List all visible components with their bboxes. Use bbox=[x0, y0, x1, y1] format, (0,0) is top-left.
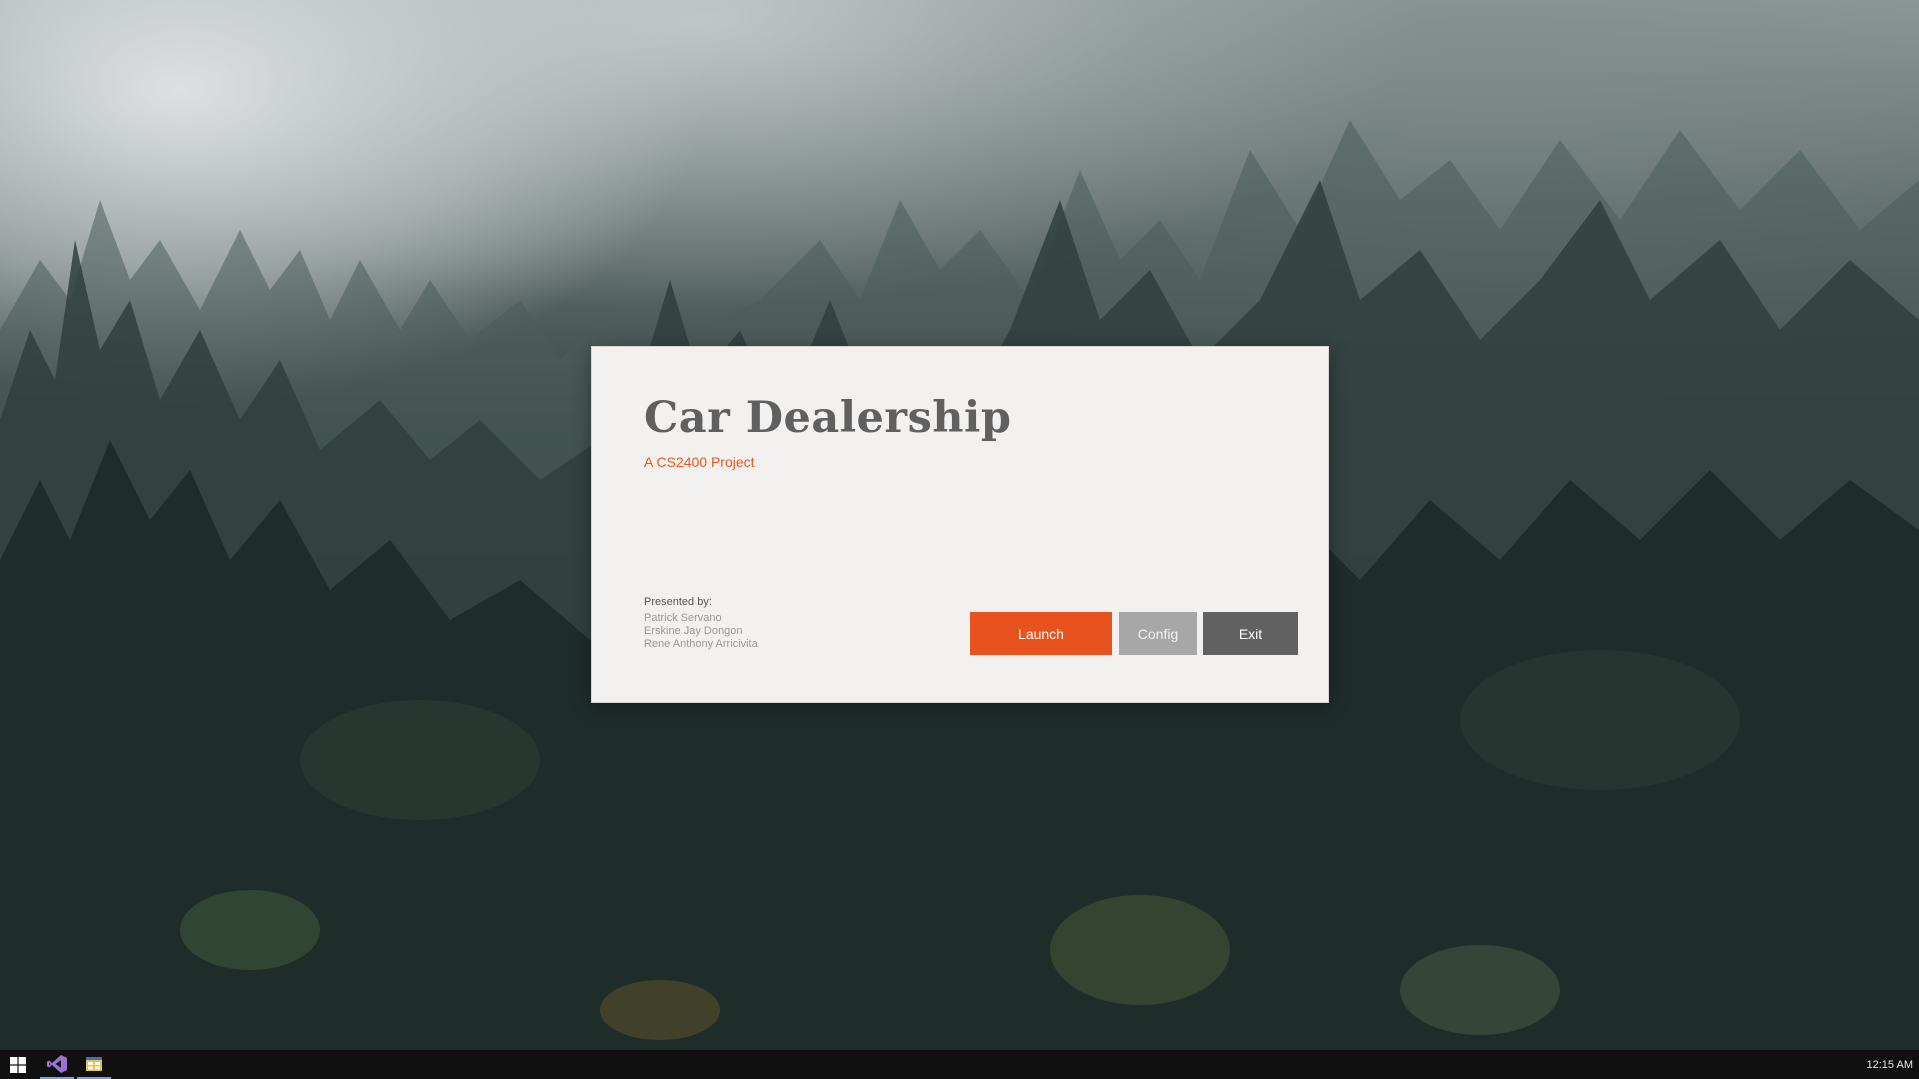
exit-button[interactable]: Exit bbox=[1203, 612, 1298, 655]
app-subtitle: A CS2400 Project bbox=[644, 454, 755, 470]
app-title: Car Dealership bbox=[644, 393, 1012, 443]
splash-dialog: Car Dealership A CS2400 Project Presente… bbox=[591, 346, 1329, 703]
taskbar-item-app[interactable] bbox=[77, 1050, 111, 1079]
taskbar-clock[interactable]: 12:15 AM bbox=[1867, 1050, 1913, 1079]
launch-button[interactable]: Launch bbox=[970, 612, 1112, 655]
app-window-icon bbox=[86, 1056, 102, 1071]
credits-heading: Presented by: bbox=[644, 596, 712, 608]
visual-studio-icon bbox=[47, 1054, 67, 1073]
credits-section: Presented by: Patrick Servano Erskine Ja… bbox=[644, 595, 758, 651]
config-button[interactable]: Config bbox=[1119, 612, 1197, 655]
taskbar: 12:15 AM bbox=[0, 1050, 1919, 1079]
taskbar-item-visual-studio[interactable] bbox=[40, 1050, 74, 1079]
windows-start-icon bbox=[10, 1056, 26, 1073]
credits-name: Erskine Jay Dongon bbox=[644, 625, 743, 637]
credits-name: Rene Anthony Arricivita bbox=[644, 638, 758, 650]
start-button[interactable] bbox=[0, 1050, 36, 1079]
credits-name: Patrick Servano bbox=[644, 612, 722, 624]
